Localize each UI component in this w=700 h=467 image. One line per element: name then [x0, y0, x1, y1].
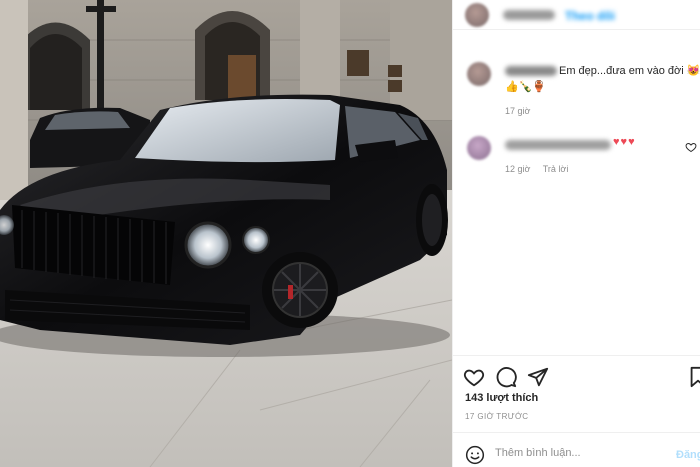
comment-text-body: Em đẹp...đưa em vào đời — [559, 65, 684, 77]
post-photo[interactable] — [0, 0, 452, 467]
author-avatar[interactable] — [465, 3, 489, 27]
car-photo-illustration — [0, 0, 452, 467]
cat-face-emoji: 😻 — [686, 65, 700, 77]
post-side-panel: Theo dõi Em đẹp...đưa em vào đời 😻 👍🍾🏺 1… — [452, 0, 700, 467]
post-header: Theo dõi — [453, 0, 700, 30]
comment-time[interactable]: 12 giờ — [505, 164, 530, 174]
smiley-face-icon[interactable] — [465, 445, 485, 465]
comment-input[interactable] — [495, 447, 665, 459]
likes-count[interactable]: 143 lượt thích — [465, 392, 538, 404]
commenter-avatar[interactable] — [467, 136, 491, 160]
like-comment-heart-icon[interactable] — [685, 141, 697, 153]
speech-bubble-icon[interactable] — [495, 366, 517, 388]
bookmark-icon[interactable] — [687, 366, 700, 388]
post-action-bar — [453, 355, 700, 395]
heart-outline-icon[interactable] — [463, 366, 485, 388]
comment-meta: 17 giờ — [505, 106, 540, 116]
post-comment-button[interactable]: Đăng — [676, 449, 700, 461]
follow-button[interactable]: Theo dõi — [565, 9, 615, 23]
commenter-avatar[interactable] — [467, 62, 491, 86]
commenter-username-redacted[interactable] — [505, 66, 557, 76]
comment-emoji-row: 👍🍾🏺 — [505, 81, 547, 93]
author-username-redacted[interactable] — [503, 10, 555, 20]
hearts-emoji: ♥♥♥ — [613, 136, 636, 148]
add-comment-bar: Đăng — [453, 432, 700, 467]
comment-text: Em đẹp...đưa em vào đời 😻 — [559, 64, 700, 77]
reply-button[interactable]: Trả lời — [543, 164, 569, 174]
post-time-ago: 17 GIỜ TRƯỚC — [465, 412, 529, 421]
paper-plane-icon[interactable] — [527, 366, 549, 388]
comment-text-redacted — [505, 140, 611, 150]
comment-time[interactable]: 17 giờ — [505, 106, 530, 116]
comment-meta: 12 giờ Trả lời — [505, 164, 578, 174]
